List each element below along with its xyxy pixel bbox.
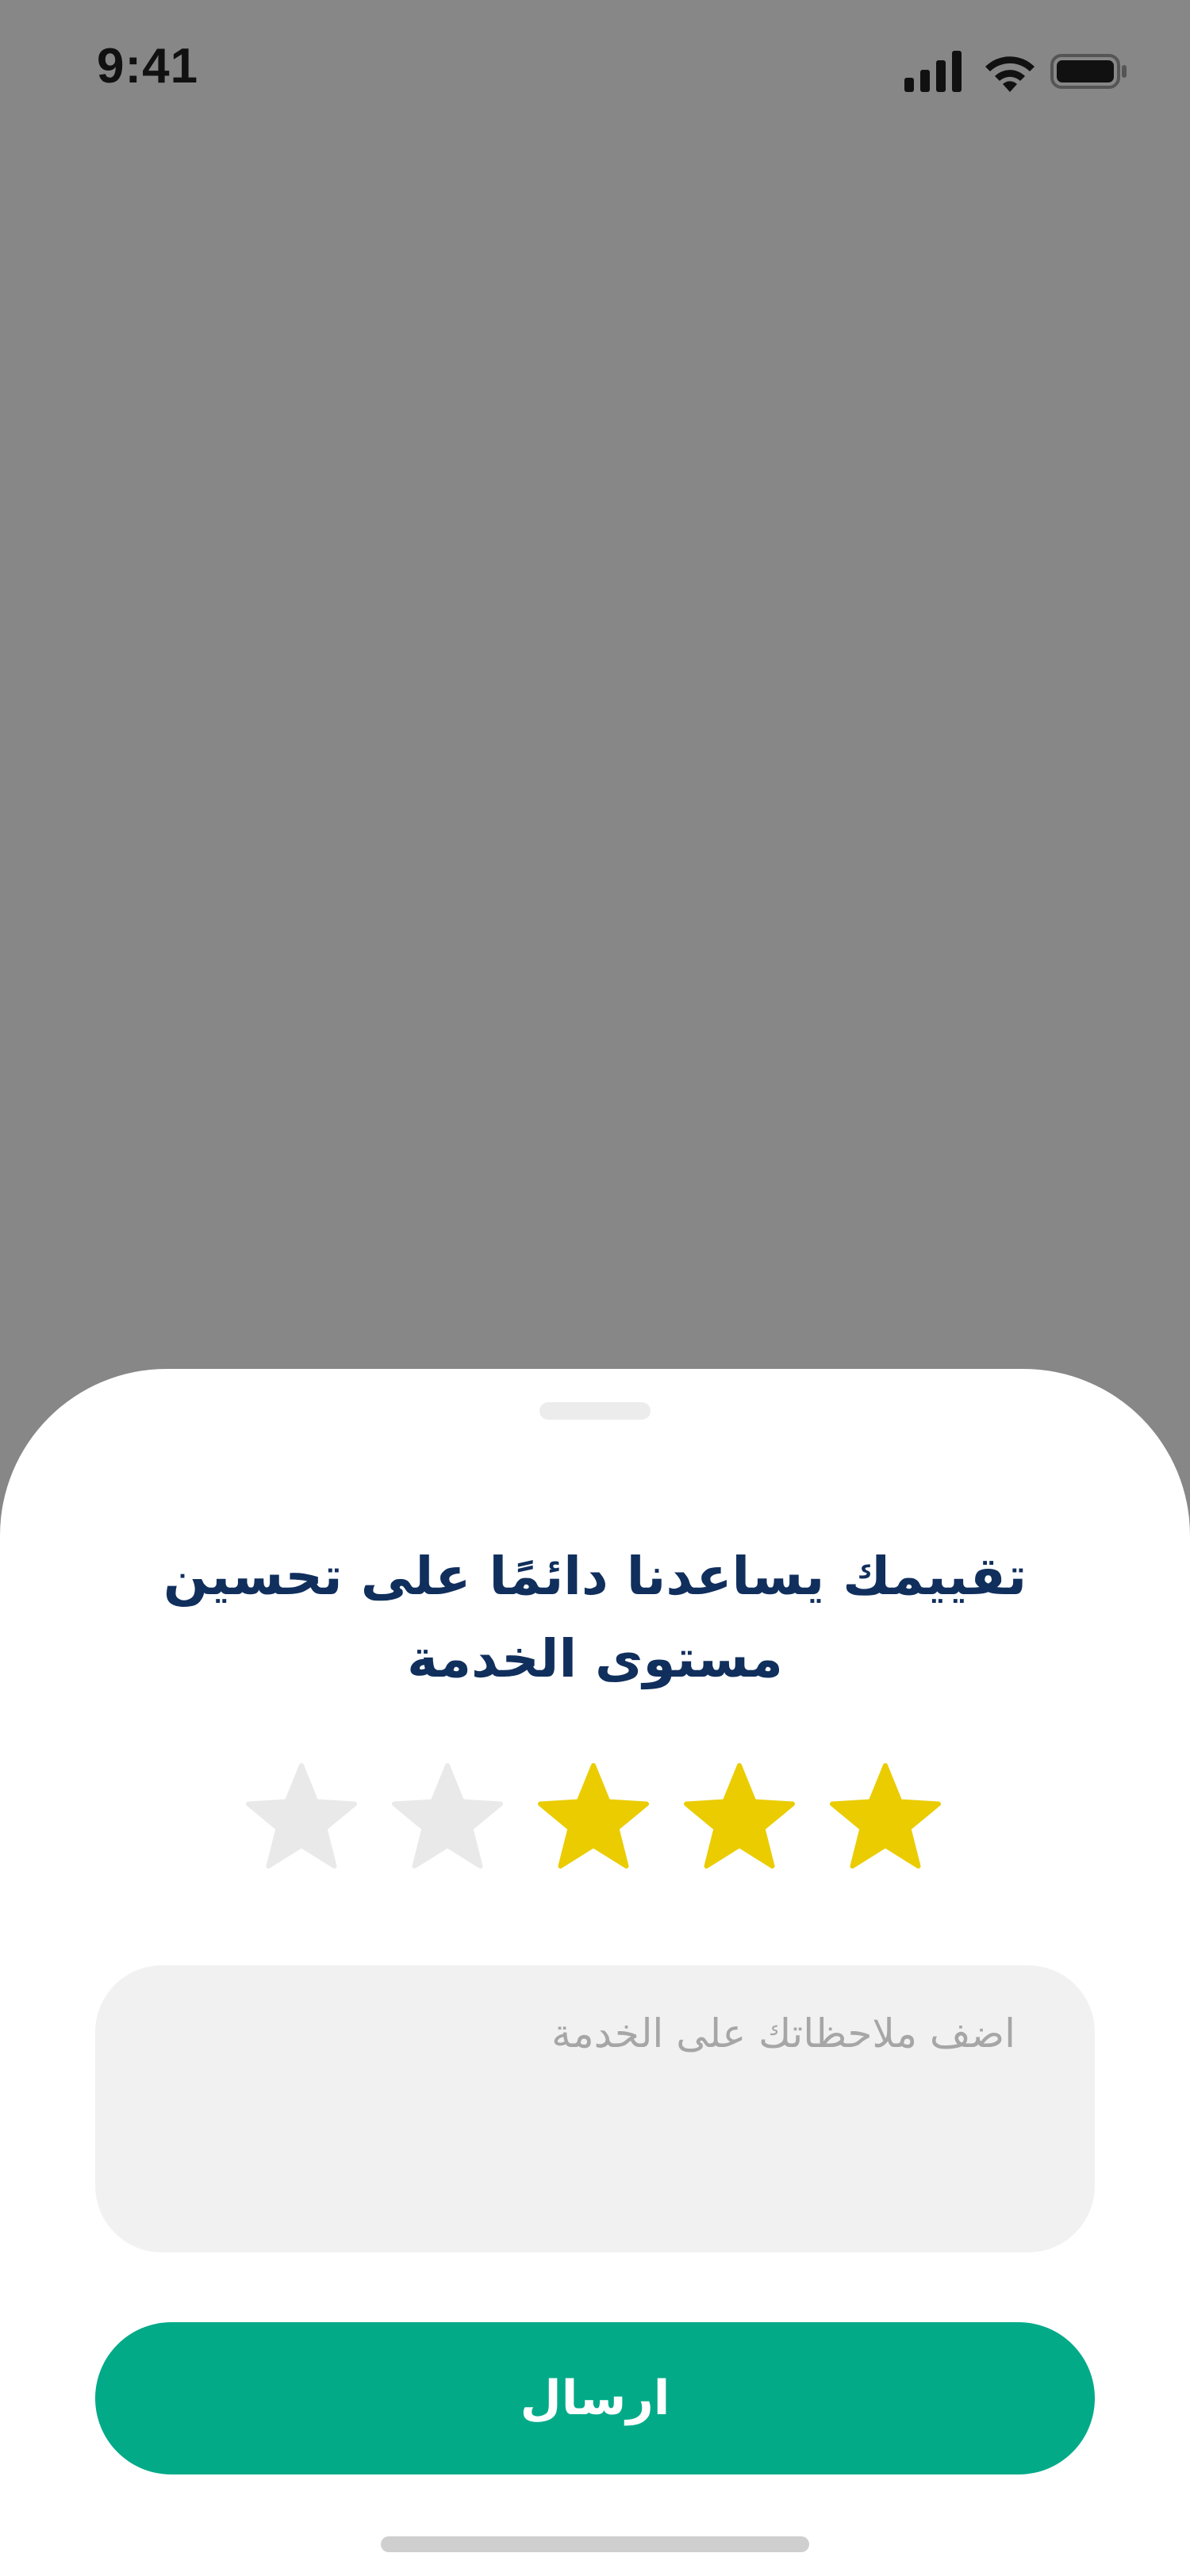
- status-icons: [904, 49, 1142, 94]
- sheet-grabber-handle[interactable]: [539, 1402, 651, 1420]
- signal-icon: [904, 49, 966, 94]
- feedback-input[interactable]: [175, 2005, 1015, 2211]
- star-rating: [238, 1758, 952, 1884]
- status-time: 9:41: [97, 39, 199, 94]
- home-indicator: [381, 2536, 809, 2552]
- star-icon[interactable]: [238, 1758, 365, 1884]
- feedback-field: [95, 1965, 1095, 2252]
- battery-icon: [1050, 49, 1128, 94]
- star-icon[interactable]: [530, 1758, 657, 1884]
- rating-bottom-sheet: تقييمك يساعدنا دائمًا على تحسين مستوى ال…: [0, 1369, 1190, 2576]
- star-icon[interactable]: [384, 1758, 511, 1884]
- sheet-title: تقييمك يساعدنا دائمًا على تحسين مستوى ال…: [163, 1546, 1027, 1689]
- submit-button[interactable]: ارسال: [95, 2322, 1095, 2474]
- wifi-icon: [982, 49, 1038, 94]
- status-bar: 9:41: [0, 0, 1190, 143]
- star-icon[interactable]: [822, 1758, 949, 1884]
- star-icon[interactable]: [676, 1758, 803, 1884]
